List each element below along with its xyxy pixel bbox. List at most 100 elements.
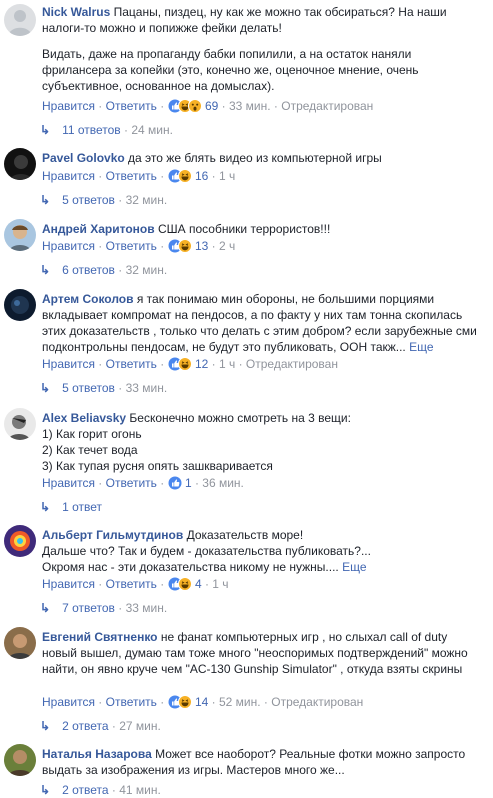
edited-label[interactable]: Отредактирован — [271, 695, 363, 709]
comment-text: да это же блять видео из компьютерной иг… — [128, 151, 382, 165]
reactions[interactable] — [168, 357, 192, 375]
replies-count[interactable]: 2 ответа — [62, 783, 108, 797]
reply-button[interactable]: Ответить — [106, 99, 157, 113]
like-button[interactable]: Нравится — [42, 99, 95, 113]
avatar[interactable] — [4, 525, 36, 557]
avatar[interactable] — [4, 4, 36, 36]
comment-body: Евгений Святненко не фанат компьютерных … — [42, 629, 482, 677]
reply-button[interactable]: Ответить — [106, 577, 157, 591]
like-button[interactable]: Нравится — [42, 169, 95, 183]
reactions[interactable] — [168, 169, 192, 187]
comment-text-line: Окромя нас - эти доказательства никому н… — [42, 560, 339, 574]
reply-arrow-icon: ↳ — [40, 783, 51, 797]
comment-time[interactable]: 1 ч — [219, 357, 235, 371]
comment-time[interactable]: 33 мин. — [229, 99, 271, 113]
avatar[interactable] — [4, 744, 36, 776]
replies-link[interactable]: ↳ 2 ответа · 41 мин. — [40, 782, 161, 798]
replies-count[interactable]: 6 ответов — [62, 263, 115, 277]
comment-text-line: 3) Как тупая русня опять зашкваривается — [42, 459, 273, 473]
reaction-count[interactable]: 16 — [195, 169, 208, 183]
comment-time[interactable]: 1 ч — [212, 577, 228, 591]
haha-icon — [177, 357, 192, 371]
reaction-count[interactable]: 14 — [195, 695, 208, 709]
reply-arrow-icon: ↳ — [40, 719, 51, 733]
reply-button[interactable]: Ответить — [106, 239, 157, 253]
replies-link[interactable]: ↳ 1 ответ — [40, 499, 102, 515]
replies-link[interactable]: ↳ 5 ответов · 32 мин. — [40, 192, 167, 208]
reactions[interactable] — [168, 476, 182, 494]
comment-text-paragraph: Видать, даже на пропаганду бабки попилил… — [42, 47, 419, 93]
see-more-link[interactable]: Еще — [409, 340, 433, 354]
see-more-link[interactable]: Еще — [342, 560, 366, 574]
comment-actions: Нравится · Ответить · 16 · 1 ч — [42, 168, 235, 187]
reaction-count[interactable]: 4 — [195, 577, 202, 591]
reactions[interactable] — [168, 239, 192, 257]
comment-time[interactable]: 52 мин. — [219, 695, 261, 709]
comment-time[interactable]: 2 ч — [219, 239, 235, 253]
comment-body: Nick Walrus Пацаны, пиздец, ну как же мо… — [42, 4, 482, 94]
replies-time: 27 мин. — [119, 719, 161, 733]
like-button[interactable]: Нравится — [42, 357, 95, 371]
reply-button[interactable]: Ответить — [106, 476, 157, 490]
reactions[interactable] — [168, 99, 202, 117]
reaction-count[interactable]: 12 — [195, 357, 208, 371]
comment-time[interactable]: 1 ч — [219, 169, 235, 183]
replies-count[interactable]: 1 ответ — [62, 500, 102, 514]
comment-author[interactable]: Наталья Назарова — [42, 747, 152, 761]
like-button[interactable]: Нравится — [42, 476, 95, 490]
comment-author[interactable]: Альберт Гильмутдинов — [42, 528, 183, 542]
replies-time: 41 мин. — [119, 783, 161, 797]
replies-time: 24 мин. — [131, 123, 173, 137]
reply-button[interactable]: Ответить — [106, 169, 157, 183]
avatar[interactable] — [4, 219, 36, 251]
comment-time[interactable]: 36 мин. — [202, 476, 244, 490]
replies-link[interactable]: ↳ 2 ответа · 27 мин. — [40, 718, 161, 734]
avatar[interactable] — [4, 408, 36, 440]
like-button[interactable]: Нравится — [42, 577, 95, 591]
reaction-count[interactable]: 1 — [185, 476, 192, 490]
replies-link[interactable]: ↳ 11 ответов · 24 мин. — [40, 122, 173, 138]
replies-count[interactable]: 5 ответов — [62, 193, 115, 207]
comment-actions: Нравится · Ответить · 4 · 1 ч — [42, 576, 229, 595]
comment-actions: Нравится · Ответить · 14 · 52 мин. · Отр… — [42, 694, 363, 713]
replies-count[interactable]: 5 ответов — [62, 381, 115, 395]
replies-time: 32 мин. — [125, 193, 168, 207]
reply-arrow-icon: ↳ — [40, 381, 51, 395]
replies-count[interactable]: 2 ответа — [62, 719, 108, 733]
comment-author[interactable]: Nick Walrus — [42, 5, 110, 19]
comment-author[interactable]: Артем Соколов — [42, 292, 134, 306]
reaction-count[interactable]: 69 — [205, 99, 218, 113]
replies-link[interactable]: ↳ 6 ответов · 32 мин. — [40, 262, 167, 278]
reactions[interactable] — [168, 577, 192, 595]
reply-button[interactable]: Ответить — [106, 357, 157, 371]
comment-actions: Нравится · Ответить · 12 · 1 ч · Отредак… — [42, 356, 338, 375]
reactions[interactable] — [168, 695, 192, 713]
comment-body: Alex Beliavsky Бесконечно можно смотреть… — [42, 410, 482, 474]
comment-text-line: 2) Как течет вода — [42, 443, 138, 457]
haha-icon — [177, 239, 192, 253]
avatar[interactable] — [4, 627, 36, 659]
comment-author[interactable]: Андрей Харитонов — [42, 222, 155, 236]
reply-arrow-icon: ↳ — [40, 193, 51, 207]
wow-icon — [187, 99, 202, 113]
replies-count[interactable]: 7 ответов — [62, 601, 115, 615]
haha-icon — [177, 169, 192, 183]
like-button[interactable]: Нравится — [42, 239, 95, 253]
like-button[interactable]: Нравится — [42, 695, 95, 709]
comment-author[interactable]: Pavel Golovko — [42, 151, 125, 165]
reply-button[interactable]: Ответить — [106, 695, 157, 709]
replies-count[interactable]: 11 ответов — [62, 123, 121, 137]
edited-label[interactable]: Отредактирован — [281, 99, 373, 113]
comment-author[interactable]: Alex Beliavsky — [42, 411, 126, 425]
comment-body: Альберт Гильмутдинов Доказательств море!… — [42, 527, 482, 575]
reply-arrow-icon: ↳ — [40, 123, 51, 137]
comment-author[interactable]: Евгений Святненко — [42, 630, 158, 644]
comment-actions: Нравится · Ответить · 13 · 2 ч — [42, 238, 235, 257]
avatar[interactable] — [4, 289, 36, 321]
comment-text: Бесконечно можно смотреть на 3 вещи: — [129, 411, 351, 425]
replies-link[interactable]: ↳ 5 ответов · 33 мин. — [40, 380, 167, 396]
edited-label[interactable]: Отредактирован — [246, 357, 338, 371]
reaction-count[interactable]: 13 — [195, 239, 208, 253]
replies-link[interactable]: ↳ 7 ответов · 33 мин. — [40, 600, 167, 616]
avatar[interactable] — [4, 148, 36, 180]
